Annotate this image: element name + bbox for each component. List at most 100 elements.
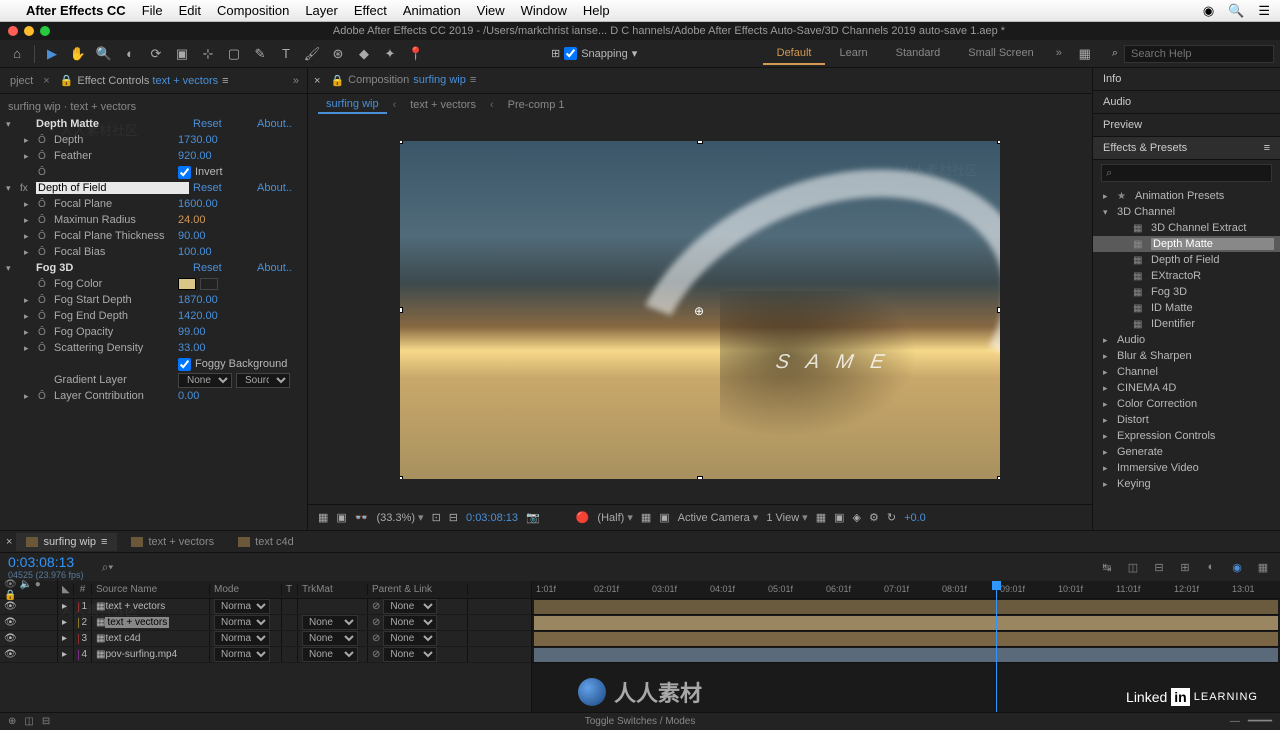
prop-value[interactable]: 1870.00 xyxy=(178,294,218,306)
preset-row[interactable]: ▸Color Correction xyxy=(1093,396,1280,412)
current-time[interactable]: 0:03:08:13 xyxy=(466,512,518,524)
stopwatch-icon[interactable]: Ô xyxy=(38,199,50,210)
menu-help[interactable]: Help xyxy=(583,3,610,18)
close-tab-icon[interactable]: × xyxy=(43,75,49,87)
mask-icon[interactable]: 👓 xyxy=(355,511,369,524)
stopwatch-icon[interactable]: Ô xyxy=(38,215,50,226)
tl-foot-icon[interactable]: ⊟ xyxy=(42,716,50,727)
transparency-icon[interactable]: ▦ xyxy=(641,511,651,524)
lock-icon[interactable]: 🔒 xyxy=(330,74,344,87)
panel-menu-icon[interactable]: ≡ xyxy=(470,74,476,87)
preview-panel-header[interactable]: Preview xyxy=(1093,114,1280,137)
anchor-point-icon[interactable]: ⊕ xyxy=(694,304,706,316)
preset-row[interactable]: ▦Depth Matte xyxy=(1093,236,1280,252)
menu-edit[interactable]: Edit xyxy=(179,3,201,18)
spotlight-icon[interactable]: 🔍 xyxy=(1228,3,1244,19)
list-icon[interactable]: ☰ xyxy=(1258,3,1270,19)
tl-foot-icon[interactable]: ⊕ xyxy=(8,716,16,727)
zoom-window-icon[interactable] xyxy=(40,26,50,36)
workspace-panel-icon[interactable]: ▦ xyxy=(1074,43,1096,65)
menu-effect[interactable]: Effect xyxy=(354,3,387,18)
preset-row[interactable]: ▦3D Channel Extract xyxy=(1093,220,1280,236)
selection-handle[interactable] xyxy=(697,476,703,479)
channel-icon[interactable]: 🔴 xyxy=(576,511,590,524)
stopwatch-icon[interactable]: Ô xyxy=(38,135,50,146)
playhead[interactable] xyxy=(996,581,997,712)
preset-row[interactable]: ▸CINEMA 4D xyxy=(1093,380,1280,396)
workspace-default[interactable]: Default xyxy=(763,43,826,65)
lock-icon[interactable]: 🔒 xyxy=(60,74,74,87)
menu-window[interactable]: Window xyxy=(521,3,567,18)
selection-handle[interactable] xyxy=(697,141,703,144)
timeline-layer-row[interactable]: 👁▸1▦ text + vectorsNormal⊘None xyxy=(0,599,531,615)
prop-value[interactable]: 33.00 xyxy=(178,342,206,354)
preset-row[interactable]: ▸Audio xyxy=(1093,332,1280,348)
menu-view[interactable]: View xyxy=(477,3,505,18)
prop-value[interactable]: 99.00 xyxy=(178,326,206,338)
viewer[interactable]: S A M E ⊕ xyxy=(308,116,1092,504)
preset-row[interactable]: ▸Channel xyxy=(1093,364,1280,380)
fast-preview-icon[interactable]: ▣ xyxy=(834,511,844,524)
prop-value[interactable]: 1600.00 xyxy=(178,198,218,210)
workspace-standard[interactable]: Standard xyxy=(882,43,955,65)
preset-row[interactable]: ▦Depth of Field xyxy=(1093,252,1280,268)
zoom-out-icon[interactable]: — xyxy=(1230,716,1240,727)
twirl-icon[interactable]: ▾ xyxy=(6,183,16,194)
shape-tool-icon[interactable]: ▢ xyxy=(223,43,245,65)
zoom-tool-icon[interactable]: 🔍 xyxy=(93,43,115,65)
selection-handle[interactable] xyxy=(400,141,403,144)
pen-tool-icon[interactable]: ✎ xyxy=(249,43,271,65)
overflow-icon[interactable]: » xyxy=(289,75,303,87)
fx-toggle-icon[interactable]: fx xyxy=(20,183,32,194)
preset-row[interactable]: ▸Immersive Video xyxy=(1093,460,1280,476)
eyedropper-icon[interactable] xyxy=(200,278,218,290)
prop-value[interactable]: 90.00 xyxy=(178,230,206,242)
preset-row[interactable]: ▸★Animation Presets xyxy=(1093,188,1280,204)
timeline-icon[interactable]: ◈ xyxy=(853,511,861,524)
snap-chevron-icon[interactable]: ▾ xyxy=(632,47,638,60)
preset-row[interactable]: ▸Generate xyxy=(1093,444,1280,460)
panel-menu-icon[interactable]: ≡ xyxy=(1264,142,1270,154)
timeline-layer-row[interactable]: 👁▸2▦ text + vectorsNormalNone⊘None xyxy=(0,615,531,631)
preset-row[interactable]: ▸Expression Controls xyxy=(1093,428,1280,444)
pan-behind-tool-icon[interactable]: ⊹ xyxy=(197,43,219,65)
grids-icon[interactable]: ▣ xyxy=(336,511,346,524)
timeline-tab-text-c4d[interactable]: text c4d xyxy=(228,533,304,551)
preset-row[interactable]: ▦ID Matte xyxy=(1093,300,1280,316)
comp-mini-flowchart-icon[interactable]: ↹ xyxy=(1098,558,1116,576)
brainstorm-icon[interactable]: ▦ xyxy=(1254,558,1272,576)
preset-row[interactable]: ▾3D Channel xyxy=(1093,204,1280,220)
stopwatch-icon[interactable]: Ô xyxy=(38,231,50,242)
selection-handle[interactable] xyxy=(400,476,403,479)
effects-presets-header[interactable]: Effects & Presets≡ xyxy=(1093,137,1280,160)
prop-value[interactable]: 100.00 xyxy=(178,246,212,258)
flowchart-icon[interactable]: ⚙ xyxy=(869,511,879,524)
3d-view-icon[interactable]: ▣ xyxy=(659,511,669,524)
project-tab[interactable]: pject xyxy=(4,71,39,91)
resolution-dropdown[interactable]: (Half) xyxy=(597,511,632,524)
preset-row[interactable]: ▸Keying xyxy=(1093,476,1280,492)
mag-icon[interactable]: ▦ xyxy=(318,511,328,524)
home-icon[interactable]: ⌂ xyxy=(6,43,28,65)
invert-checkbox[interactable] xyxy=(178,166,191,179)
puppet-tool-icon[interactable]: 📍 xyxy=(405,43,427,65)
orbit-tool-icon[interactable]: ◐ xyxy=(119,43,141,65)
info-panel-header[interactable]: Info xyxy=(1093,68,1280,91)
snapshot-icon[interactable]: 📷 xyxy=(526,511,540,524)
twirl-icon[interactable]: ▾ xyxy=(6,263,16,274)
selection-handle[interactable] xyxy=(997,476,1000,479)
effects-search-input[interactable] xyxy=(1101,164,1272,182)
preset-row[interactable]: ▸Distort xyxy=(1093,412,1280,428)
selection-handle[interactable] xyxy=(997,307,1000,313)
exposure-value[interactable]: +0.0 xyxy=(904,512,926,524)
about-link[interactable]: About.. xyxy=(257,118,301,130)
graph-editor-icon[interactable]: ◉ xyxy=(1228,558,1246,576)
bc-precomp[interactable]: Pre-comp 1 xyxy=(500,97,573,113)
prop-value[interactable]: 920.00 xyxy=(178,150,212,162)
snapping-checkbox[interactable] xyxy=(564,47,577,60)
rotation-tool-icon[interactable]: ⟳ xyxy=(145,43,167,65)
stopwatch-icon[interactable]: Ô xyxy=(38,279,50,290)
app-name[interactable]: After Effects CC xyxy=(26,3,126,18)
view-dropdown[interactable]: 1 View xyxy=(766,511,807,524)
foggy-bg-checkbox[interactable] xyxy=(178,358,191,371)
